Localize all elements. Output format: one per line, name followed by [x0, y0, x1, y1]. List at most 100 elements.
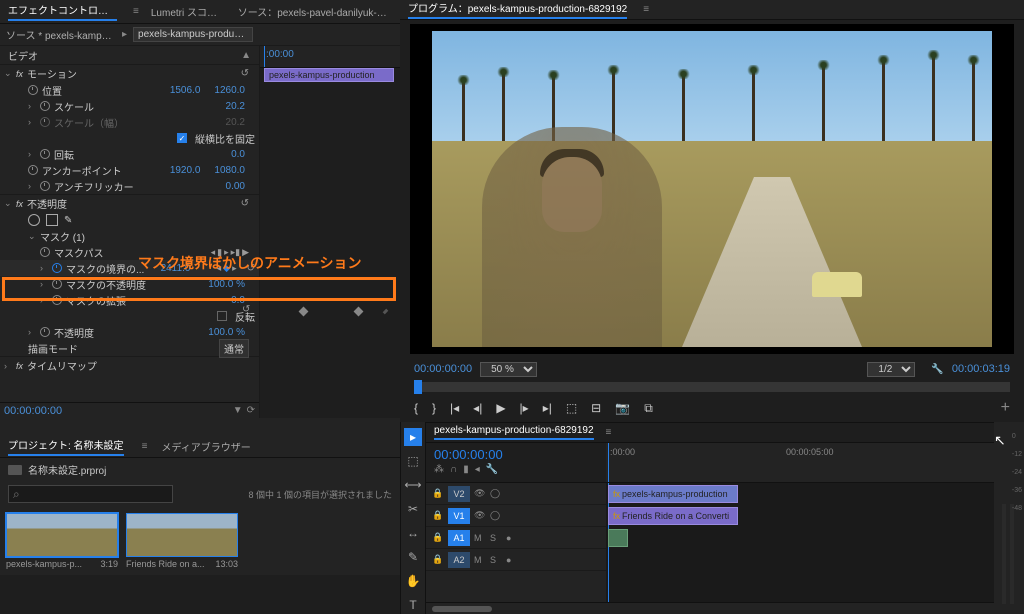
- twisty-rotation[interactable]: ›: [28, 149, 36, 159]
- v2-eye-icon[interactable]: 👁: [474, 488, 486, 499]
- antiflicker-value[interactable]: 0.00: [226, 181, 245, 192]
- tab-source[interactable]: ソース：pexels-pavel-danilyuk-667: [238, 4, 392, 19]
- tab-media-browser[interactable]: メディアブラウザー: [161, 439, 250, 454]
- mask-opacity-value[interactable]: 100.0 %: [208, 279, 245, 290]
- v1-target-icon[interactable]: ◯: [490, 510, 502, 521]
- step-forward-button[interactable]: |▸: [520, 401, 529, 415]
- anchor-x[interactable]: 1920.0: [170, 165, 201, 176]
- type-tool[interactable]: T: [404, 596, 422, 614]
- razor-tool[interactable]: ✂: [404, 500, 422, 518]
- program-monitor[interactable]: [410, 24, 1014, 354]
- keyframe-3[interactable]: [383, 309, 389, 315]
- extract-button[interactable]: ⊟: [591, 401, 601, 415]
- stopwatch-position-icon[interactable]: [28, 85, 38, 95]
- stopwatch-main-opacity-icon[interactable]: [40, 327, 50, 337]
- twisty-scale[interactable]: ›: [28, 101, 36, 111]
- stopwatch-antiflicker-icon[interactable]: [40, 181, 50, 191]
- selection-tool[interactable]: ▸: [404, 428, 422, 446]
- rotation-value[interactable]: 0.0: [231, 149, 245, 160]
- a2-rec-icon[interactable]: ●: [506, 555, 518, 565]
- master-clip-dropdown[interactable]: pexels-kampus-producti...: [133, 27, 253, 42]
- position-x[interactable]: 1506.0: [170, 85, 201, 96]
- a2-mute-icon[interactable]: M: [474, 555, 486, 565]
- tab-program[interactable]: プログラム：pexels-kampus-production-6829192: [408, 0, 627, 19]
- stopwatch-scale-icon[interactable]: [40, 101, 50, 111]
- funnel-icon[interactable]: ▼: [233, 405, 243, 416]
- timeline-playhead[interactable]: [608, 443, 609, 482]
- mini-playhead[interactable]: [264, 46, 265, 67]
- stopwatch-maskpath-icon[interactable]: [40, 247, 50, 257]
- play-button[interactable]: ▶: [496, 401, 505, 415]
- clip-v1[interactable]: fxFriends Ride on a Converti: [608, 507, 738, 525]
- effect-timecode[interactable]: 00:00:00:00: [4, 405, 62, 417]
- twisty-mask-opacity[interactable]: ›: [40, 279, 48, 289]
- collapse-icon[interactable]: ▲: [241, 50, 251, 61]
- track-area[interactable]: fxpexels-kampus-production fxFriends Rid…: [606, 483, 994, 602]
- a2-solo-icon[interactable]: S: [490, 555, 502, 565]
- comparison-button[interactable]: ⧉: [644, 401, 653, 416]
- panel-menu-icon[interactable]: [129, 6, 139, 17]
- a2-label[interactable]: A2: [448, 552, 470, 568]
- program-scrubber[interactable]: [414, 382, 1010, 392]
- uniform-scale-checkbox[interactable]: ✓: [177, 133, 187, 143]
- twisty-mask1[interactable]: ⌄: [28, 231, 36, 242]
- a1-mute-icon[interactable]: M: [474, 533, 486, 543]
- stopwatch-mask-opacity-icon[interactable]: [52, 279, 62, 289]
- pen-mask-icon[interactable]: ✎: [64, 215, 72, 226]
- effect-clip-bar[interactable]: pexels-kampus-production: [264, 68, 394, 82]
- stopwatch-anchor-icon[interactable]: [28, 165, 38, 175]
- timeline-timecode[interactable]: 00:00:00:00: [434, 447, 598, 462]
- twisty-opacity[interactable]: ⌄: [4, 198, 12, 209]
- a1-solo-icon[interactable]: S: [490, 533, 502, 543]
- twisty-antiflicker[interactable]: ›: [28, 181, 36, 191]
- settings-icon[interactable]: 🔧: [931, 364, 943, 375]
- v1-eye-icon[interactable]: 👁: [474, 510, 486, 521]
- effect-timeline[interactable]: :00:00 pexels-kampus-production ↺: [260, 46, 400, 418]
- invert-mask-checkbox[interactable]: [217, 311, 227, 321]
- v2-lock-icon[interactable]: 🔒: [432, 488, 444, 499]
- add-button[interactable]: +: [1001, 399, 1010, 417]
- clip-a1[interactable]: [608, 529, 628, 547]
- program-menu-icon[interactable]: [639, 4, 649, 15]
- v1-label[interactable]: V1: [448, 508, 470, 524]
- project-item-1[interactable]: pexels-kampus-p...3:19: [6, 513, 118, 569]
- twisty-mask-expansion[interactable]: ›: [40, 295, 48, 305]
- reset-opacity-icon[interactable]: ↺: [241, 198, 249, 209]
- v1-lock-icon[interactable]: 🔒: [432, 510, 444, 521]
- zoom-dropdown[interactable]: 50 %: [480, 362, 537, 377]
- timeline-scrollbar[interactable]: [426, 602, 994, 614]
- main-opacity-value[interactable]: 100.0 %: [208, 327, 245, 338]
- linked-selection-icon[interactable]: ∩: [450, 464, 457, 475]
- blend-mode-dropdown[interactable]: 通常: [219, 339, 249, 358]
- anchor-y[interactable]: 1080.0: [214, 165, 245, 176]
- project-search-input[interactable]: [8, 485, 173, 503]
- twisty-motion[interactable]: ⌄: [4, 68, 12, 79]
- go-to-out-button[interactable]: ▸|: [543, 401, 552, 415]
- timeline-menu-icon[interactable]: [602, 427, 612, 438]
- scale-value[interactable]: 20.2: [226, 101, 245, 112]
- position-y[interactable]: 1260.0: [214, 85, 245, 96]
- twisty-feather[interactable]: ›: [40, 263, 48, 273]
- keyframe-2[interactable]: [354, 307, 364, 317]
- timeline-ruler[interactable]: :00:00 00:00:05:00: [606, 443, 994, 482]
- wrench-icon-tl[interactable]: 🔧: [486, 464, 498, 475]
- project-menu-icon[interactable]: [138, 441, 148, 452]
- stopwatch-rotation-icon[interactable]: [40, 149, 50, 159]
- tab-project[interactable]: プロジェクト: 名称未設定: [8, 437, 124, 456]
- mark-out-button[interactable]: }: [432, 401, 436, 415]
- a2-lock-icon[interactable]: 🔒: [432, 554, 444, 565]
- go-to-in-button[interactable]: |◂: [450, 401, 459, 415]
- marker-icon[interactable]: ▮: [463, 464, 469, 475]
- scrollbar-handle[interactable]: [432, 606, 492, 612]
- program-time-left[interactable]: 00:00:00:00: [414, 363, 472, 375]
- stopwatch-feather-icon[interactable]: [52, 263, 62, 273]
- a1-label[interactable]: A1: [448, 530, 470, 546]
- clip-v2[interactable]: fxpexels-kampus-production: [608, 485, 738, 503]
- mark-in-button[interactable]: {: [414, 401, 418, 415]
- ellipse-mask-icon[interactable]: [28, 214, 40, 226]
- pen-tool[interactable]: ✎: [404, 548, 422, 566]
- twisty-scale-w[interactable]: ›: [28, 117, 36, 127]
- v2-target-icon[interactable]: ◯: [490, 488, 502, 499]
- slip-tool[interactable]: ↔: [404, 524, 422, 542]
- lift-button[interactable]: ⬚: [566, 401, 577, 415]
